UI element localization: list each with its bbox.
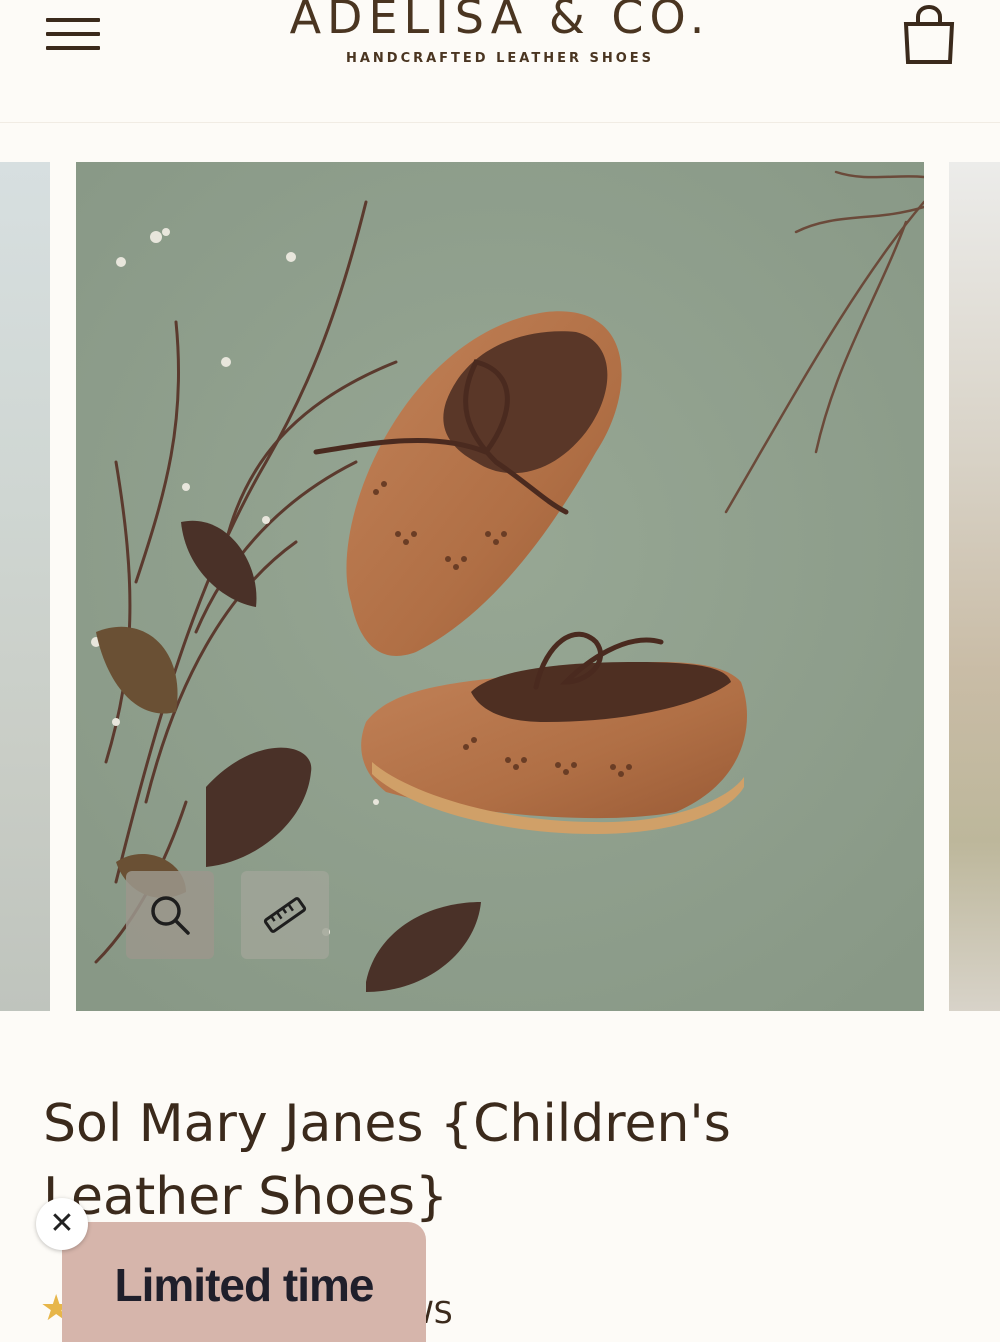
previous-slide-image[interactable] xyxy=(0,162,50,1011)
close-icon[interactable]: ✕ xyxy=(36,1198,88,1250)
size-guide-button[interactable] xyxy=(241,871,329,959)
ruler-icon xyxy=(263,897,307,933)
promo-label: Limited time xyxy=(114,1259,375,1311)
brand-tagline: HANDCRAFTED LEATHER SHOES xyxy=(345,51,655,66)
hamburger-menu-icon xyxy=(46,18,100,22)
product-title: Sol Mary Janes {Children's Leather Shoes… xyxy=(43,1094,731,1227)
menu-button[interactable] xyxy=(44,12,102,56)
limited-time-promo-banner[interactable]: Limited time xyxy=(62,1222,426,1342)
next-slide-image[interactable] xyxy=(949,162,1000,1011)
cart-button[interactable] xyxy=(896,2,962,68)
zoom-button[interactable] xyxy=(126,871,214,959)
site-header: ADELISA & CO. HANDCRAFTED LEATHER SHOES xyxy=(0,0,1000,123)
brand-name: ADELISA & CO. xyxy=(289,0,711,44)
hamburger-menu-icon-mid xyxy=(46,32,100,36)
hamburger-menu-icon-bottom xyxy=(46,46,100,50)
brand-logo[interactable]: ADELISA & CO. HANDCRAFTED LEATHER SHOES xyxy=(200,0,800,66)
magnifier-icon xyxy=(151,896,190,935)
shopping-bag-icon xyxy=(903,4,955,64)
